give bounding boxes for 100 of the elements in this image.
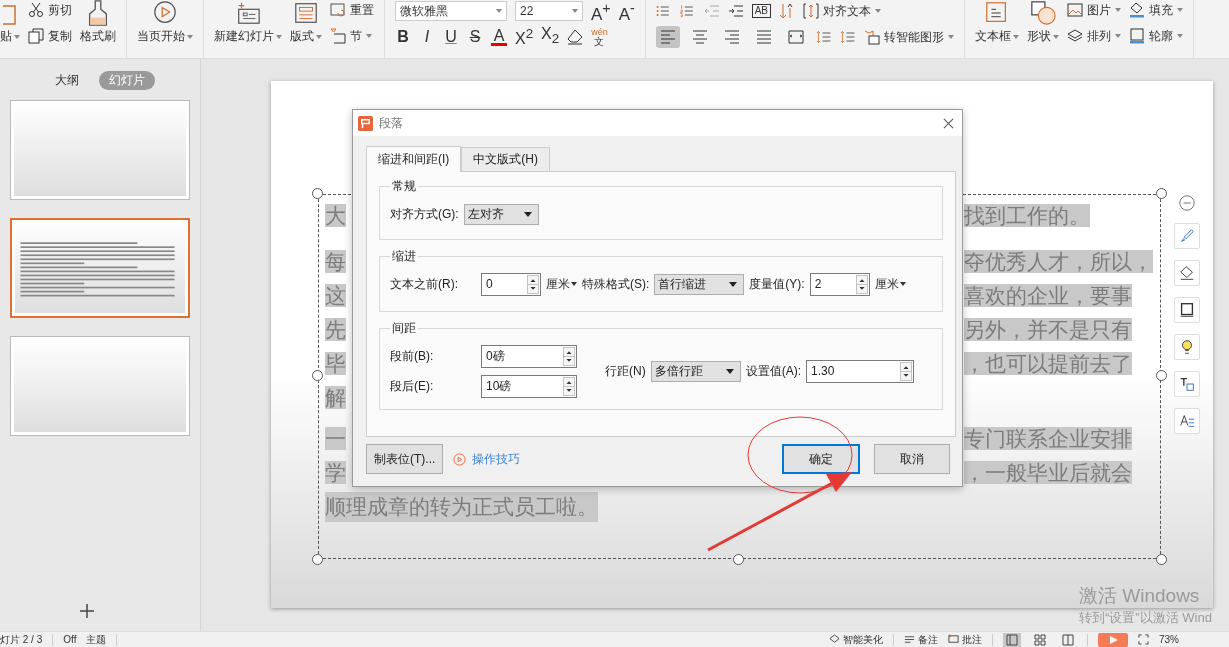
layout-icon: [293, 0, 319, 26]
font-size-field[interactable]: 22: [515, 1, 583, 21]
font-style-button[interactable]: X$^{2}$: [515, 25, 534, 49]
section-icon: [330, 28, 346, 44]
phonetic-guide-button[interactable]: wén 文: [591, 28, 608, 46]
special-format-dropdown[interactable]: 首行缩进: [654, 273, 745, 295]
arrange-button[interactable]: 排列: [1066, 26, 1121, 46]
cancel-button[interactable]: 取消: [874, 444, 950, 474]
picture-button[interactable]: 图片: [1066, 0, 1121, 20]
unit-dropdown[interactable]: 厘米: [874, 275, 906, 293]
number-field[interactable]: 0磅: [481, 344, 577, 368]
reset-button[interactable]: 重置: [330, 0, 374, 20]
font-name-field[interactable]: 微软雅黑: [395, 1, 507, 21]
spinner-icon[interactable]: [563, 376, 575, 396]
slide-thumbnail[interactable]: [10, 218, 190, 318]
view-button[interactable]: [1031, 632, 1049, 647]
text-direction-button[interactable]: AB: [751, 4, 772, 18]
font-style-button[interactable]: X$_{2}$: [541, 25, 560, 49]
spinner-icon[interactable]: [527, 274, 539, 294]
comment-icon: [948, 634, 959, 645]
fill-button[interactable]: 填充: [1128, 0, 1183, 20]
layout-button[interactable]: 版式: [290, 0, 322, 45]
number-field[interactable]: 1.30: [806, 359, 914, 383]
field-label: 段前(B):: [390, 347, 435, 365]
number-field[interactable]: 0: [481, 272, 541, 296]
grow-font-button[interactable]: A$^{+}$: [591, 0, 611, 24]
activation-hint: 转到“设置”以激活 Wind: [1079, 609, 1212, 627]
line-spacing-dropdown[interactable]: 多倍行距: [650, 360, 741, 382]
font-style-button[interactable]: S: [467, 28, 483, 46]
selection-handle[interactable]: [312, 554, 323, 565]
outline-icon[interactable]: [1174, 297, 1200, 323]
outline-button[interactable]: 轮廓: [1128, 26, 1183, 46]
field-label: 行距(N): [605, 362, 646, 380]
play-from-current-button[interactable]: 当页开始: [137, 0, 193, 45]
align-text-button[interactable]: 对齐文本: [803, 1, 882, 21]
notes-button[interactable]: 备注: [904, 632, 938, 647]
slide-thumbnail[interactable]: [10, 100, 190, 200]
line-spacing-icon[interactable]: [815, 29, 832, 45]
spinner-icon[interactable]: [563, 346, 575, 366]
selection-handle[interactable]: [733, 554, 744, 565]
caret-icon: [571, 282, 577, 286]
ok-button[interactable]: 确定: [782, 444, 860, 474]
font-style-button[interactable]: U: [443, 28, 459, 46]
tab-stops-button[interactable]: 制表位(T)...: [366, 444, 444, 474]
view-button[interactable]: [1003, 632, 1021, 647]
app-logo-icon: [358, 115, 373, 131]
collapse-icon[interactable]: [1178, 194, 1196, 212]
shape-button[interactable]: 形状: [1026, 0, 1059, 45]
lightbulb-icon[interactable]: [1174, 334, 1200, 360]
section-button[interactable]: 节: [330, 26, 374, 46]
field-label: 文本之前(R):: [390, 275, 459, 293]
spinner-icon[interactable]: [900, 361, 912, 381]
fit-window-icon[interactable]: [1138, 634, 1149, 645]
font-style-button[interactable]: I: [419, 28, 435, 46]
alignment-button[interactable]: [655, 26, 680, 48]
eraser-icon[interactable]: [567, 29, 584, 45]
play-icon: [152, 0, 178, 26]
text-style-icon[interactable]: [1174, 408, 1200, 434]
paint-bucket-icon[interactable]: [1174, 260, 1200, 286]
new-slide-button[interactable]: 新建幻灯片: [214, 0, 282, 45]
format-painter-button[interactable]: 格式刷: [80, 0, 116, 45]
bullet-list-icon[interactable]: [655, 3, 672, 19]
slide-thumbnail[interactable]: [10, 336, 190, 436]
selection-handle[interactable]: [1156, 188, 1167, 199]
text-box-button[interactable]: 文本框: [974, 0, 1019, 45]
cut-button[interactable]: 剪切: [28, 0, 72, 20]
caret-icon: [1052, 34, 1059, 39]
dialog-tab[interactable]: 中文版式(H): [461, 147, 550, 171]
smart-graphic-button[interactable]: 转智能图形: [863, 27, 954, 47]
selection-handle[interactable]: [1156, 370, 1167, 381]
paragraph-spacing-icon[interactable]: [839, 29, 856, 45]
number-field[interactable]: 10磅: [481, 374, 577, 398]
increase-indent-icon[interactable]: [727, 3, 744, 19]
view-button[interactable]: [1059, 632, 1077, 647]
text-convert-icon[interactable]: [1174, 371, 1200, 397]
selection-handle[interactable]: [1156, 554, 1167, 565]
tips-link[interactable]: 操作技巧: [472, 450, 521, 468]
number-field[interactable]: 2: [809, 272, 870, 296]
font-style-button[interactable]: A: [491, 28, 507, 46]
panel-tab[interactable]: 大纲: [45, 71, 89, 90]
paste-button[interactable]: 贴: [0, 0, 20, 45]
selection-handle[interactable]: [312, 188, 323, 199]
copy-button[interactable]: 复制: [28, 26, 72, 46]
layers-icon: [1066, 28, 1083, 44]
slideshow-play-icon[interactable]: [1098, 632, 1128, 647]
shrink-font-button[interactable]: A$^{-}$: [618, 0, 635, 24]
add-slide-icon[interactable]: [79, 603, 95, 619]
beautify-button[interactable]: 智能美化: [829, 632, 883, 647]
slide-text: 另外，并不是只有: [964, 318, 1132, 341]
spinner-icon[interactable]: [855, 274, 868, 294]
close-icon[interactable]: [943, 117, 954, 129]
brush-icon[interactable]: [1174, 223, 1200, 249]
alignment-dropdown[interactable]: 左对齐: [463, 203, 539, 225]
caret-icon: [496, 9, 502, 13]
caret-icon: [187, 34, 193, 39]
font-style-button[interactable]: B: [395, 28, 411, 46]
comments-button[interactable]: 批注: [948, 632, 982, 647]
selection-handle[interactable]: [312, 370, 323, 381]
unit-dropdown[interactable]: 厘米: [546, 275, 577, 293]
dialog-tab[interactable]: 缩进和间距(I): [366, 146, 462, 172]
